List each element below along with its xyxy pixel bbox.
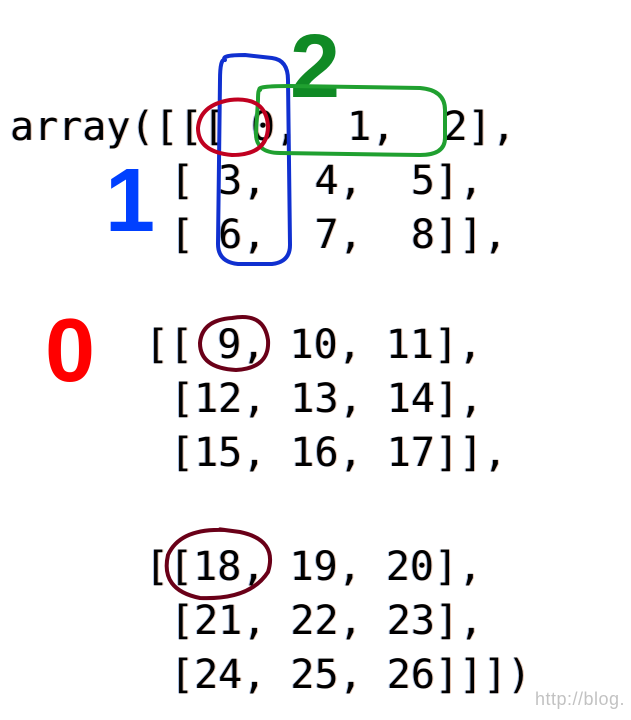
- code-line-6: [[18, 19, 20],: [145, 540, 482, 594]
- watermark-text: http://blog.: [535, 689, 625, 710]
- code-line-5: [15, 16, 17]],: [170, 426, 507, 480]
- axis-0-label: 0: [45, 300, 95, 403]
- code-line-4: [12, 13, 14],: [170, 372, 483, 426]
- code-line-8: [24, 25, 26]]]): [170, 648, 531, 702]
- code-line-7: [21, 22, 23],: [170, 594, 483, 648]
- code-line-1: [ 3, 4, 5],: [170, 154, 483, 208]
- code-line-0: array([[[ 0, 1, 2],: [10, 100, 516, 154]
- axis-2-label: 2: [290, 16, 340, 119]
- code-line-3: [[ 9, 10, 11],: [145, 318, 482, 372]
- axis-1-label: 1: [105, 150, 155, 253]
- code-line-2: [ 6, 7, 8]],: [170, 208, 507, 262]
- diagram-stage: { "code_lines": [ "array([[[ 0, 1, 2],",…: [0, 0, 631, 720]
